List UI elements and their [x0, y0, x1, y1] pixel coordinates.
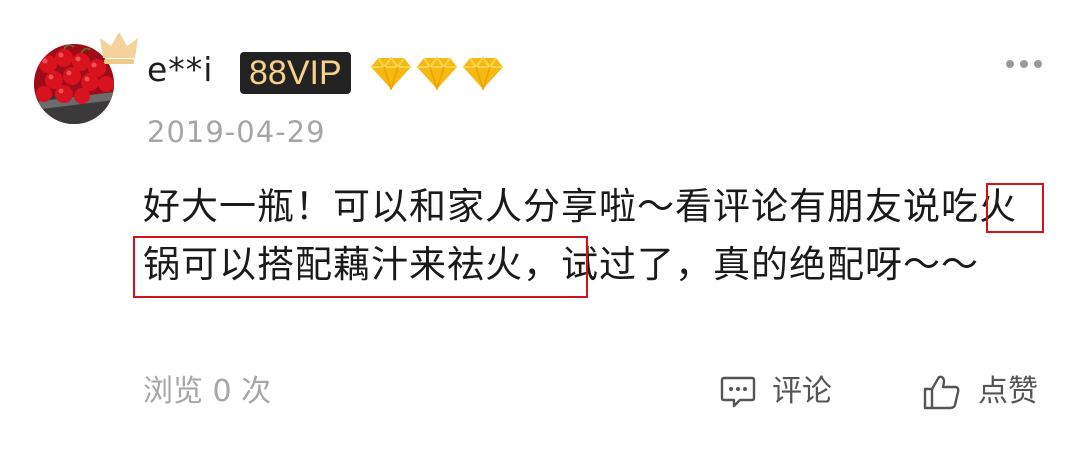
more-icon[interactable]: [1006, 58, 1042, 70]
comment-button[interactable]: 评论: [720, 370, 832, 414]
review-text: 好大一瓶！可以和家人分享啦～看评论有朋友说吃火锅可以搭配藕汁来祛火，试过了，真的…: [143, 185, 1017, 286]
more-dot: [1034, 60, 1042, 68]
diamond-icon: [463, 56, 503, 90]
vip-badge: 88VIP: [240, 52, 351, 94]
comment-icon: [720, 376, 756, 408]
post-date: 2019-04-29: [147, 115, 326, 149]
view-count: 浏览 0 次: [143, 374, 272, 409]
crown-icon: [100, 32, 138, 64]
thumbs-up-icon: [923, 375, 960, 410]
review-card: e**i 88VIP 2019-04-29 好大一瓶！可以和家人分享啦～看评论有…: [0, 0, 1080, 459]
avatar-container[interactable]: [34, 28, 138, 128]
more-dot: [1006, 60, 1014, 68]
vip-level-diamonds: [370, 56, 504, 90]
like-label: 点赞: [978, 374, 1038, 409]
comment-label: 评论: [772, 374, 832, 409]
diamond-icon: [371, 56, 411, 90]
like-button[interactable]: 点赞: [922, 370, 1038, 414]
more-dot: [1020, 60, 1028, 68]
diamond-icon: [417, 56, 457, 90]
username[interactable]: e**i: [147, 46, 213, 94]
